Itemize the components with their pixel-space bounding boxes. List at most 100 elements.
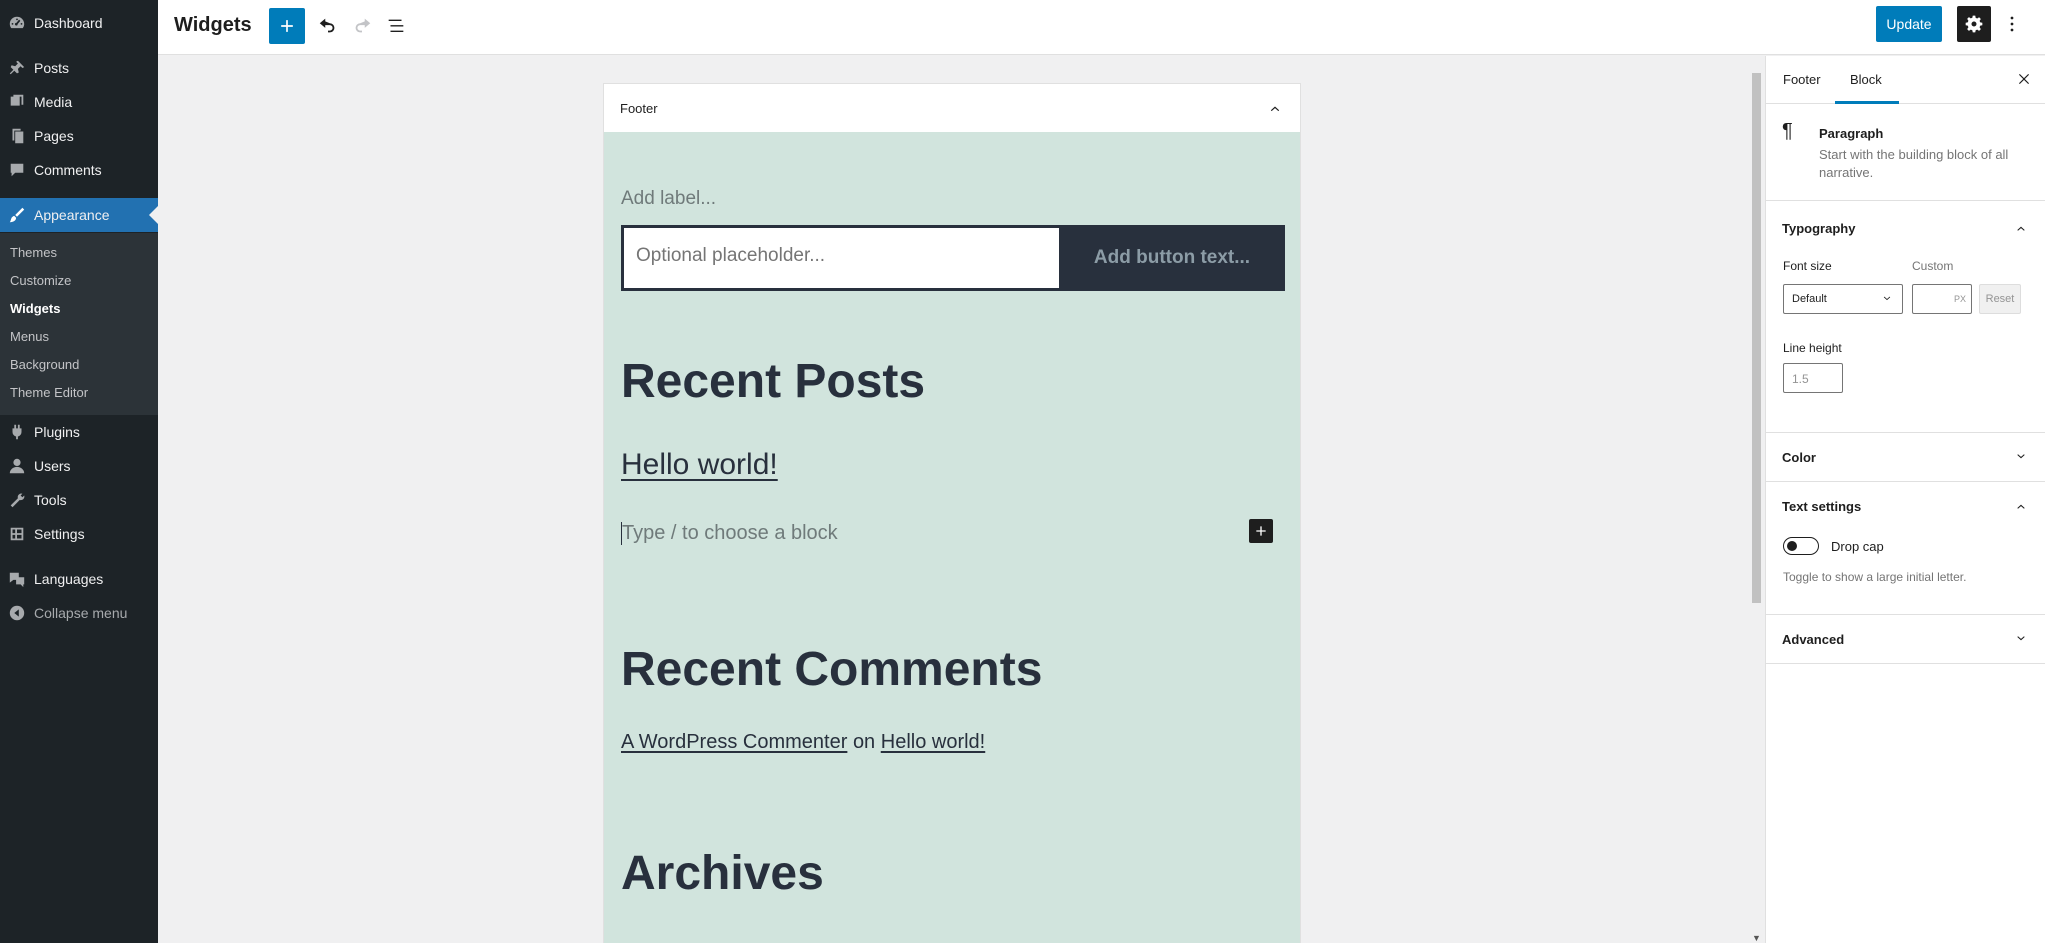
search-label-placeholder[interactable]: Add label... (621, 188, 716, 210)
settings-toggle-button[interactable] (1957, 6, 1991, 42)
menu-item-languages[interactable]: Languages (0, 562, 158, 596)
line-height-input[interactable]: 1.5 (1783, 363, 1843, 393)
comment-on-text: on (852, 731, 876, 753)
widget-area-header[interactable]: Footer (604, 84, 1300, 132)
archives-title: Archives (621, 847, 824, 900)
menu-label: Media (34, 94, 73, 110)
menu-item-tools[interactable]: Tools (0, 483, 158, 517)
more-vertical-icon (2010, 16, 2014, 32)
undo-icon (319, 18, 335, 33)
menu-label: Users (34, 458, 71, 474)
editor-header: Widgets Update (158, 0, 2045, 55)
block-description: Start with the building block of all nar… (1819, 147, 2009, 180)
comment-author-link[interactable]: A WordPress Commenter (621, 731, 847, 753)
drop-cap-label: Drop cap (1831, 539, 1884, 554)
scroll-down-icon[interactable]: ▼ (1752, 933, 1761, 943)
chevron-down-icon (2017, 636, 2025, 641)
menu-item-plugins[interactable]: Plugins (0, 415, 158, 449)
chevron-up-icon (2017, 504, 2025, 509)
menu-label: Plugins (34, 424, 80, 440)
menu-item-comments[interactable]: Comments (0, 153, 158, 187)
block-card: ¶ Paragraph Start with the building bloc… (1766, 104, 2045, 201)
custom-size-label: Custom (1912, 259, 1954, 273)
submenu-item-themes[interactable]: Themes (10, 245, 57, 260)
panel-title: Typography (1782, 220, 1856, 236)
search-input[interactable] (636, 245, 1056, 267)
tab-block[interactable]: Block (1850, 72, 1882, 87)
line-height-label: Line height (1783, 341, 1842, 355)
recent-posts-title: Recent Posts (621, 355, 926, 408)
custom-size-input[interactable]: PX (1912, 284, 1972, 314)
menu-item-dashboard[interactable]: Dashboard (0, 6, 158, 40)
scrollbar-thumb[interactable] (1752, 73, 1761, 603)
sidebar-tabs: Footer Block (1766, 56, 2045, 104)
widget-area-content: Add label... Add button text... Recent P… (604, 132, 1300, 943)
plus-icon (281, 20, 293, 32)
settings-icon (0, 525, 34, 543)
close-sidebar-button[interactable] (2015, 70, 2033, 91)
list-view-button[interactable] (378, 8, 414, 44)
search-block: Add button text... (621, 225, 1285, 291)
drop-cap-toggle[interactable] (1783, 537, 1819, 555)
submenu-item-menus[interactable]: Menus (10, 329, 49, 344)
block-settings-sidebar: Footer Block ¶ Paragraph Start with the … (1765, 56, 2045, 943)
block-title: Paragraph (1819, 126, 1884, 141)
options-menu-button[interactable] (1994, 6, 2030, 42)
redo-button[interactable] (344, 8, 380, 44)
menu-item-media[interactable]: Media (0, 85, 158, 119)
submenu-item-widgets[interactable]: Widgets (10, 301, 60, 316)
collapse-icon (0, 604, 34, 622)
chevron-up-icon[interactable] (1266, 99, 1284, 117)
chevron-down-icon (1883, 296, 1891, 301)
font-size-label: Font size (1783, 259, 1832, 273)
collapse-label: Collapse menu (34, 605, 128, 621)
toggle-knob (1787, 541, 1797, 551)
plugin-icon (0, 423, 34, 441)
font-size-value: Default (1792, 293, 1827, 305)
languages-icon (0, 570, 34, 588)
menu-item-appearance[interactable]: Appearance (0, 198, 158, 232)
advanced-panel-toggle[interactable]: Advanced (1766, 615, 2045, 663)
submenu-item-theme-editor[interactable]: Theme Editor (10, 385, 88, 400)
close-icon (2018, 73, 2030, 85)
canvas-scrollbar[interactable]: ▼ (1750, 67, 1762, 943)
add-block-button[interactable] (269, 8, 305, 44)
submenu-item-background[interactable]: Background (10, 357, 79, 372)
menu-item-settings[interactable]: Settings (0, 517, 158, 551)
menu-item-pages[interactable]: Pages (0, 119, 158, 153)
update-button[interactable]: Update (1876, 6, 1942, 42)
block-appender[interactable]: Type / to choose a block (621, 522, 838, 545)
menu-label: Dashboard (34, 15, 103, 31)
panel-title: Text settings (1782, 498, 1862, 514)
comment-post-link[interactable]: Hello world! (881, 731, 985, 753)
redo-icon (355, 18, 371, 33)
drop-cap-help-text: Toggle to show a large initial letter. (1783, 570, 1967, 584)
font-size-select[interactable]: Default (1783, 284, 1903, 314)
chevron-up-icon (2017, 226, 2025, 231)
text-settings-panel-toggle[interactable]: Text settings (1766, 482, 2045, 530)
menu-label: Posts (34, 60, 70, 76)
users-icon (0, 457, 34, 475)
search-button[interactable]: Add button text... (1059, 225, 1285, 291)
panel-title: Advanced (1782, 631, 1845, 647)
color-panel-toggle[interactable]: Color (1766, 433, 2045, 481)
media-icon (0, 93, 34, 111)
dashboard-icon (0, 14, 34, 32)
menu-item-posts[interactable]: Posts (0, 51, 158, 85)
current-indicator (149, 206, 158, 224)
submenu-item-customize[interactable]: Customize (10, 273, 71, 288)
undo-button[interactable] (310, 8, 346, 44)
inline-add-block-button[interactable] (1249, 519, 1273, 543)
admin-menu: Dashboard Posts Media Pages Comments App… (0, 0, 158, 943)
widget-area-title: Footer (620, 100, 658, 116)
typography-panel-toggle[interactable]: Typography (1766, 204, 2045, 252)
paragraph-icon: ¶ (1782, 120, 1793, 142)
recent-comments-title: Recent Comments (621, 643, 1043, 696)
tab-footer[interactable]: Footer (1783, 72, 1821, 87)
gear-icon (1965, 15, 1983, 33)
recent-post-link[interactable]: Hello world! (621, 448, 778, 482)
menu-item-users[interactable]: Users (0, 449, 158, 483)
collapse-menu-button[interactable]: Collapse menu (0, 596, 158, 630)
reset-font-size-button[interactable]: Reset (1979, 284, 2021, 314)
panel-divider (1766, 663, 2045, 664)
